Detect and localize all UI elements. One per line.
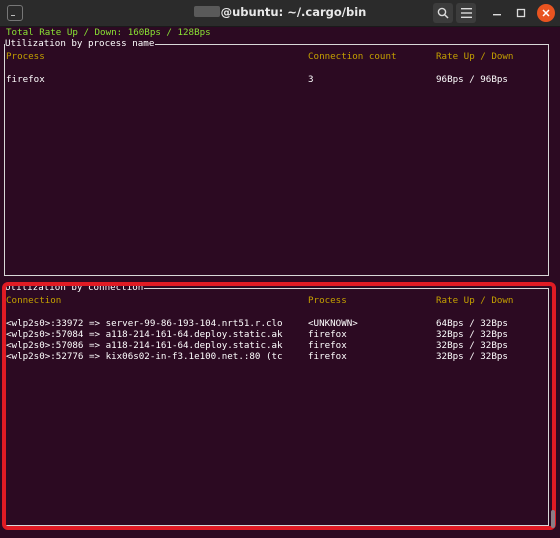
process-row-rate: 96Bps / 96Bps (436, 74, 508, 85)
process-row-count: 3 (308, 74, 314, 85)
process-header: Process (6, 51, 45, 62)
process-row-name: firefox (6, 74, 45, 85)
process-panel-title: Utilization by process name (5, 38, 156, 49)
search-button[interactable] (433, 3, 453, 23)
window-titlebar: @ubuntu: ~/.cargo/bin (0, 0, 560, 27)
rate-header: Rate Up / Down (436, 51, 514, 62)
connection-panel-highlight (2, 282, 556, 530)
maximize-button[interactable] (511, 3, 531, 23)
menu-button[interactable] (456, 3, 476, 23)
maximize-icon (516, 8, 526, 18)
search-icon (437, 7, 449, 19)
window-title-text: @ubuntu: ~/.cargo/bin (220, 5, 367, 19)
minimize-icon (493, 14, 501, 16)
window-title: @ubuntu: ~/.cargo/bin (0, 5, 560, 19)
total-rate-line: Total Rate Up / Down: 160Bps / 128Bps (6, 27, 211, 38)
minimize-button[interactable] (487, 3, 507, 23)
close-button[interactable] (537, 4, 555, 22)
hamburger-menu-icon (460, 8, 472, 18)
terminal-scrollbar[interactable] (551, 510, 555, 528)
close-icon (542, 9, 550, 17)
connection-count-header: Connection count (308, 51, 397, 62)
redacted-username (193, 6, 220, 17)
